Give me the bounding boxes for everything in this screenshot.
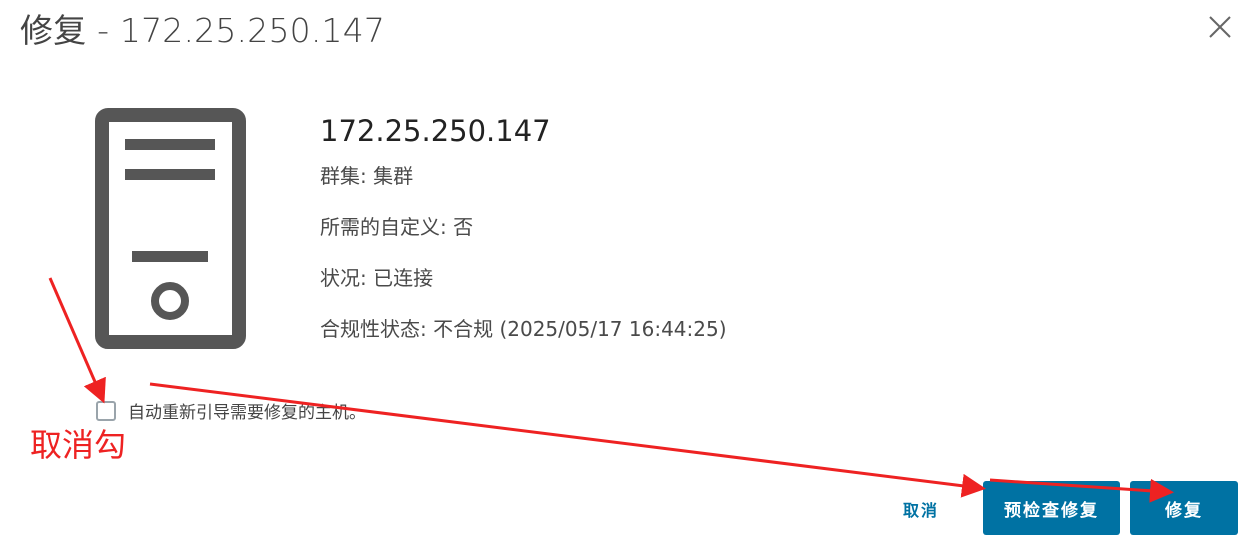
host-name: 172.25.250.147 [320,114,551,148]
auto-reboot-checkbox[interactable] [96,400,116,421]
server-host-icon [95,108,246,349]
auto-reboot-label: 自动重新引导需要修复的主机。 [128,403,366,423]
host-info: 172.25.250.147 群集: 集群 所需的自定义: 否 状况: 已连接 … [320,114,727,365]
annotation-uncheck-text: 取消勾 [30,426,127,464]
close-icon[interactable] [1205,12,1235,42]
info-cluster: 群集: 集群 [320,164,414,188]
info-custom-required: 所需的自定义: 否 [320,215,474,239]
cancel-button[interactable]: 取消 [884,484,958,534]
remediate-dialog: 修复 - 172.25.250.147 172.25.250.147 群集: 集… [0,0,1249,544]
precheck-remediation-button[interactable]: 预检查修复 [983,481,1120,535]
info-connection-state: 状况: 已连接 [320,266,434,290]
remediate-button[interactable]: 修复 [1130,481,1238,535]
dialog-title: 修复 - 172.25.250.147 [20,11,386,50]
auto-reboot-option[interactable]: 自动重新引导需要修复的主机。 [96,398,366,423]
info-compliance-status: 合规性状态: 不合规 (2025/05/17 16:44:25) [320,317,727,341]
